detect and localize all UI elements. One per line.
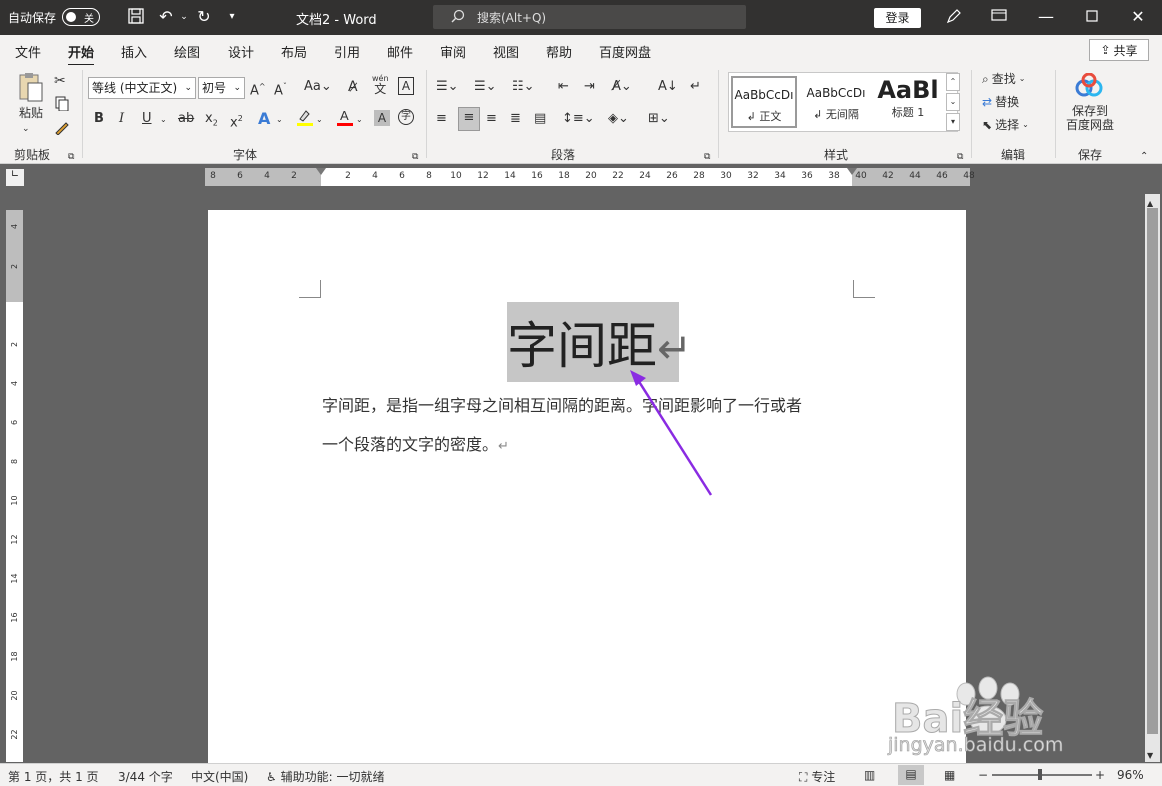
zoom-slider[interactable] xyxy=(992,774,1092,776)
status-bar: 第 1 页，共 1 页 3/44 个字 中文(中国) ♿ 辅助功能: 一切就绪 … xyxy=(0,763,1162,786)
print-layout-icon[interactable]: ▤ xyxy=(898,765,924,785)
focus-icon: ⛶ xyxy=(799,770,808,784)
language[interactable]: 中文(中国) xyxy=(191,768,248,785)
page-info[interactable]: 第 1 页，共 1 页 xyxy=(8,768,99,785)
vertical-scrollbar[interactable]: ▲ ▼ xyxy=(1145,194,1160,762)
zoom-slider-knob[interactable] xyxy=(1038,769,1042,780)
baidu-watermark: Bai经验 jingyan.baidu.com xyxy=(888,668,1108,768)
zoom-out-button[interactable]: − xyxy=(978,768,988,782)
zoom-in-button[interactable]: + xyxy=(1095,768,1105,782)
word-count[interactable]: 3/44 个字 xyxy=(118,768,173,785)
focus-mode-button[interactable]: ⛶ 专注 xyxy=(799,768,835,785)
watermark-url: jingyan.baidu.com xyxy=(888,734,1064,757)
scrollbar-thumb[interactable] xyxy=(1147,208,1158,734)
accessibility-icon: ♿ xyxy=(266,770,277,784)
focus-label: 专注 xyxy=(811,770,836,784)
accessibility-status[interactable]: ♿ 辅助功能: 一切就绪 xyxy=(266,768,384,785)
zoom-level[interactable]: 96% xyxy=(1117,768,1144,782)
accessibility-label: 辅助功能: 一切就绪 xyxy=(280,770,385,784)
read-mode-icon[interactable]: ▥ xyxy=(864,768,875,782)
web-layout-icon[interactable]: ▦ xyxy=(944,768,955,782)
